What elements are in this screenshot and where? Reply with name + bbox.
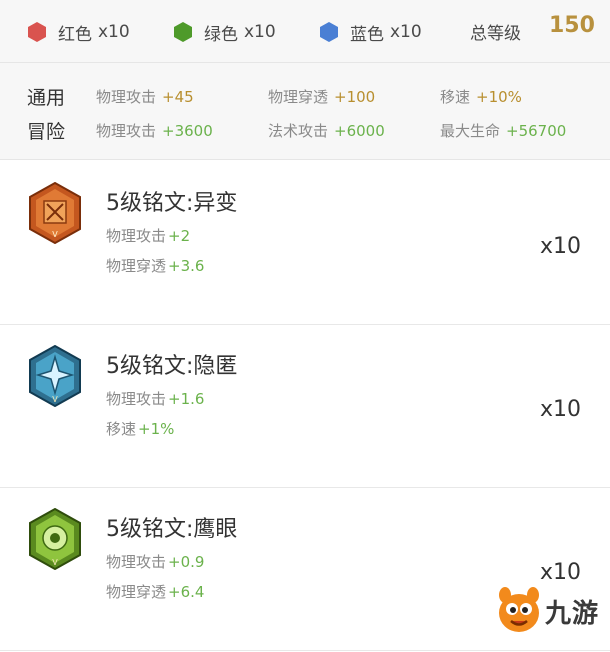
adventure-stat: 物理攻击 +3600: [96, 120, 213, 141]
stat-name: 移速: [440, 88, 471, 106]
stat-name: 物理穿透: [106, 583, 167, 601]
general-stat: 移速 +10%: [440, 86, 522, 107]
stat-name: 物理攻击: [106, 227, 167, 245]
inscription-title: 5级铭文:鹰眼: [106, 517, 238, 542]
stat-name: 法术攻击: [268, 122, 329, 140]
inscription-stat: 物理攻击 +1.6: [106, 388, 204, 409]
inscription-stat: 物理攻击 +2: [106, 225, 190, 246]
stat-value: +1.6: [168, 390, 205, 408]
stat-name: 物理攻击: [96, 88, 157, 106]
stat-value: +0.9: [168, 553, 205, 571]
green-inscription-badge-icon: V: [29, 508, 81, 570]
inscription-stat: 物理穿透 +6.4: [106, 581, 204, 602]
stat-value: +10%: [476, 88, 522, 106]
stat-name: 最大生命: [440, 122, 501, 140]
inscription-title: 5级铭文:异变: [106, 191, 238, 216]
stat-value: +100: [334, 88, 376, 106]
gem-summary-bar: 红色 x10 绿色 x10 蓝色 x10 总等级 150: [0, 0, 610, 63]
total-level-value: 150: [549, 13, 595, 38]
inscription-stat: 物理攻击 +0.9: [106, 551, 204, 572]
inscription-count: x10: [540, 234, 582, 259]
gem-green: 绿色 x10: [172, 18, 276, 46]
red-gem-icon: [28, 22, 46, 42]
stat-value: +6.4: [168, 583, 205, 601]
gem-blue-count: x10: [390, 22, 422, 42]
blue-gem-icon: [320, 22, 338, 42]
inscription-stat: 物理穿透 +3.6: [106, 255, 204, 276]
stat-name: 物理穿透: [268, 88, 329, 106]
watermark-text: 九游: [545, 599, 600, 629]
adventure-stat: 法术攻击 +6000: [268, 120, 385, 141]
svg-text:V: V: [52, 230, 58, 239]
adventure-stat: 最大生命 +56700: [440, 120, 566, 141]
gem-blue: 蓝色 x10: [318, 18, 422, 46]
blue-inscription-badge-icon: V: [29, 345, 81, 407]
stat-name: 物理穿透: [106, 257, 167, 275]
adventure-title: 冒险: [27, 121, 66, 143]
inscription-stat: 移速 +1%: [106, 418, 174, 439]
stat-value: +3.6: [168, 257, 205, 275]
stat-name: 物理攻击: [106, 390, 167, 408]
inscription-page: 红色 x10 绿色 x10 蓝色 x10 总等级 150 通用 物理攻击 +45 …: [0, 0, 610, 652]
inscription-count: x10: [540, 397, 582, 422]
orange-inscription-badge-icon: V: [29, 182, 81, 244]
svg-text:V: V: [52, 395, 58, 404]
stat-name: 移速: [106, 420, 137, 438]
stat-value: +3600: [162, 122, 213, 140]
gem-red-count: x10: [98, 22, 130, 42]
general-stat: 物理攻击 +45: [96, 86, 194, 107]
stat-name: 物理攻击: [96, 122, 157, 140]
stat-value: +1%: [138, 420, 175, 438]
gem-green-label: 绿色: [204, 24, 238, 45]
green-gem-icon: [174, 22, 192, 42]
stat-name: 物理攻击: [106, 553, 167, 571]
inscription-card[interactable]: V 5级铭文:隐匿 物理攻击 +1.6 移速 +1% x10: [0, 325, 610, 488]
gem-blue-label: 蓝色: [350, 24, 384, 45]
mascot-icon: [499, 587, 539, 632]
general-title: 通用: [27, 87, 66, 109]
stats-summary: 通用 物理攻击 +45 物理穿透 +100 移速 +10% 冒险 物理攻击 +3600 …: [0, 63, 610, 160]
inscription-card[interactable]: V 5级铭文:异变 物理攻击 +2 物理穿透 +3.6 x10: [0, 162, 610, 325]
gem-red: 红色 x10: [26, 18, 130, 46]
general-stat: 物理穿透 +100: [268, 86, 375, 107]
stat-value: +45: [162, 88, 194, 106]
stat-value: +56700: [506, 122, 567, 140]
inscription-title: 5级铭文:隐匿: [106, 354, 238, 379]
gem-red-label: 红色: [58, 24, 92, 45]
svg-text:V: V: [52, 558, 58, 567]
total-level-label: 总等级: [470, 24, 521, 44]
stat-value: +2: [168, 227, 191, 245]
inscription-count: x10: [540, 560, 582, 585]
gem-green-count: x10: [244, 22, 276, 42]
stat-value: +6000: [334, 122, 385, 140]
watermark-logo: 九游: [495, 585, 605, 637]
